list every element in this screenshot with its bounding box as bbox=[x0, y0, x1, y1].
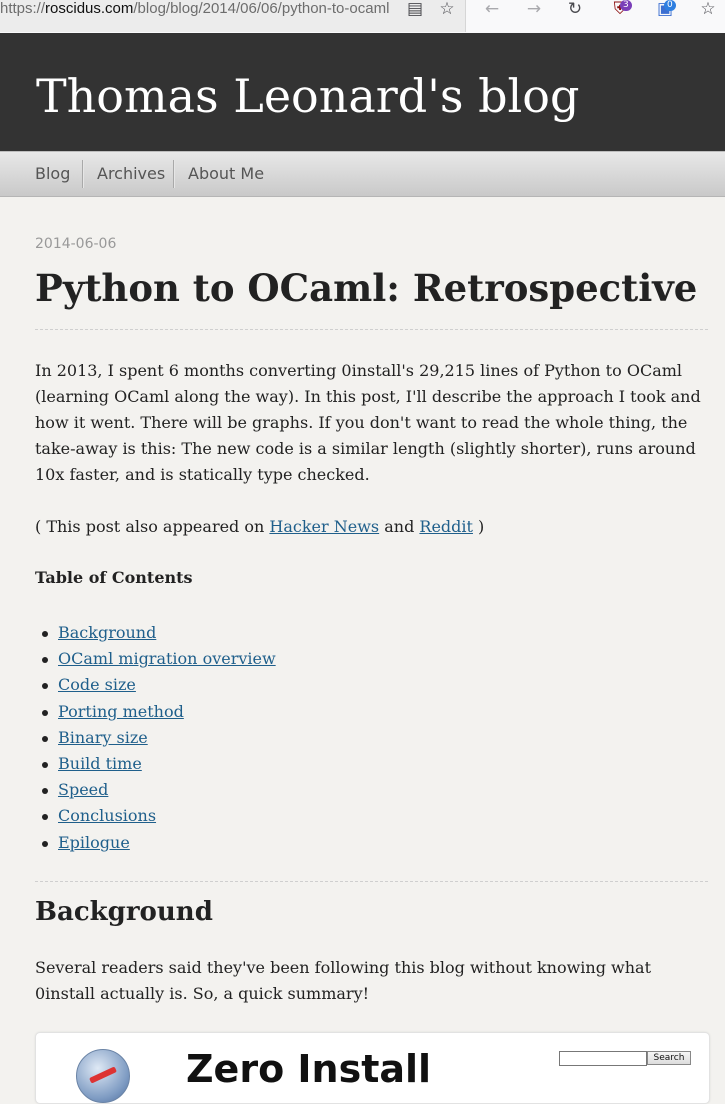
url-path: /blog/blog/2014/06/06/python-to-ocaml bbox=[133, 0, 390, 17]
site-header: Thomas Leonard's blog bbox=[0, 33, 725, 151]
toc-link-speed[interactable]: Speed bbox=[58, 780, 108, 799]
toc-item: OCaml migration overview bbox=[35, 646, 276, 672]
toc-item: Porting method bbox=[35, 699, 276, 725]
background-paragraph: Several readers said they've been follow… bbox=[35, 958, 652, 1003]
toc-item: Background bbox=[35, 620, 276, 646]
toc-link-ocaml-migration-overview[interactable]: OCaml migration overview bbox=[58, 649, 276, 668]
toc-link-porting-method[interactable]: Porting method bbox=[58, 702, 184, 721]
nav-item-about-me[interactable]: About Me bbox=[188, 160, 264, 188]
toc-item: Binary size bbox=[35, 725, 276, 751]
main-nav: Blog Archives About Me bbox=[0, 151, 725, 197]
reddit-link[interactable]: Reddit bbox=[419, 517, 473, 536]
toc-link-epilogue[interactable]: Epilogue bbox=[58, 833, 130, 852]
also-prefix-text: ( This post also appeared on bbox=[35, 517, 270, 536]
nav-item-blog[interactable]: Blog bbox=[35, 160, 70, 188]
reload-icon[interactable]: ↻ bbox=[564, 0, 586, 20]
address-bar[interactable]: https://roscidus.com/blog/blog/2014/06/0… bbox=[0, 0, 466, 32]
post-date: 2014-06-06 bbox=[35, 236, 117, 252]
nav-item-archives[interactable]: Archives bbox=[97, 160, 165, 188]
toc-item: Epilogue bbox=[35, 830, 276, 856]
nav-separator bbox=[173, 160, 174, 188]
toc-item: Code size bbox=[35, 672, 276, 698]
toc-item: Build time bbox=[35, 751, 276, 777]
also-mid-text: and bbox=[379, 517, 420, 536]
hacker-news-link[interactable]: Hacker News bbox=[269, 517, 379, 536]
post-title: Python to OCaml: Retrospective bbox=[35, 266, 698, 310]
back-arrow-icon[interactable]: ← bbox=[481, 0, 503, 20]
url-scheme: https:// bbox=[0, 0, 46, 17]
embed-search-input[interactable] bbox=[559, 1051, 647, 1066]
toc-list: Background OCaml migration overview Code… bbox=[35, 620, 276, 856]
reader-view-icon[interactable]: ▤ bbox=[404, 0, 426, 20]
embed-search-button[interactable]: Search bbox=[647, 1051, 691, 1065]
toc-item: Speed bbox=[35, 777, 276, 803]
url-domain: roscidus.com bbox=[45, 0, 134, 17]
nav-separator bbox=[82, 160, 83, 188]
also-appeared-paragraph: ( This post also appeared on Hacker News… bbox=[35, 514, 710, 540]
toc-item: Conclusions bbox=[35, 803, 276, 829]
title-divider bbox=[35, 329, 708, 330]
toc-link-conclusions[interactable]: Conclusions bbox=[58, 806, 156, 825]
section-divider bbox=[35, 881, 708, 882]
toc-link-binary-size[interactable]: Binary size bbox=[58, 728, 148, 747]
bookmark-star-icon[interactable]: ☆ bbox=[436, 0, 458, 20]
zero-install-title: Zero Install bbox=[186, 1047, 432, 1091]
url-text[interactable]: https://roscidus.com/blog/blog/2014/06/0… bbox=[0, 0, 398, 20]
toc-link-background[interactable]: Background bbox=[58, 623, 156, 642]
intro-paragraph: In 2013, I spent 6 months converting 0in… bbox=[35, 361, 701, 484]
browser-toolbar: https://roscidus.com/blog/blog/2014/06/0… bbox=[0, 0, 725, 34]
bookmarks-icon[interactable]: ☆ bbox=[697, 0, 719, 20]
zero-install-logo-icon bbox=[76, 1049, 130, 1103]
also-suffix-text: ) bbox=[472, 517, 485, 536]
site-title[interactable]: Thomas Leonard's blog bbox=[36, 69, 579, 123]
toc-link-code-size[interactable]: Code size bbox=[58, 675, 136, 694]
ublock-badge: 3 bbox=[620, 0, 632, 11]
toc-link-build-time[interactable]: Build time bbox=[58, 754, 142, 773]
zero-install-screenshot: Zero Install Search bbox=[35, 1032, 710, 1104]
background-heading: Background bbox=[35, 897, 213, 927]
extension-badge: 0 bbox=[664, 0, 676, 11]
toc-heading: Table of Contents bbox=[35, 568, 193, 587]
forward-arrow-icon[interactable]: → bbox=[523, 0, 545, 20]
